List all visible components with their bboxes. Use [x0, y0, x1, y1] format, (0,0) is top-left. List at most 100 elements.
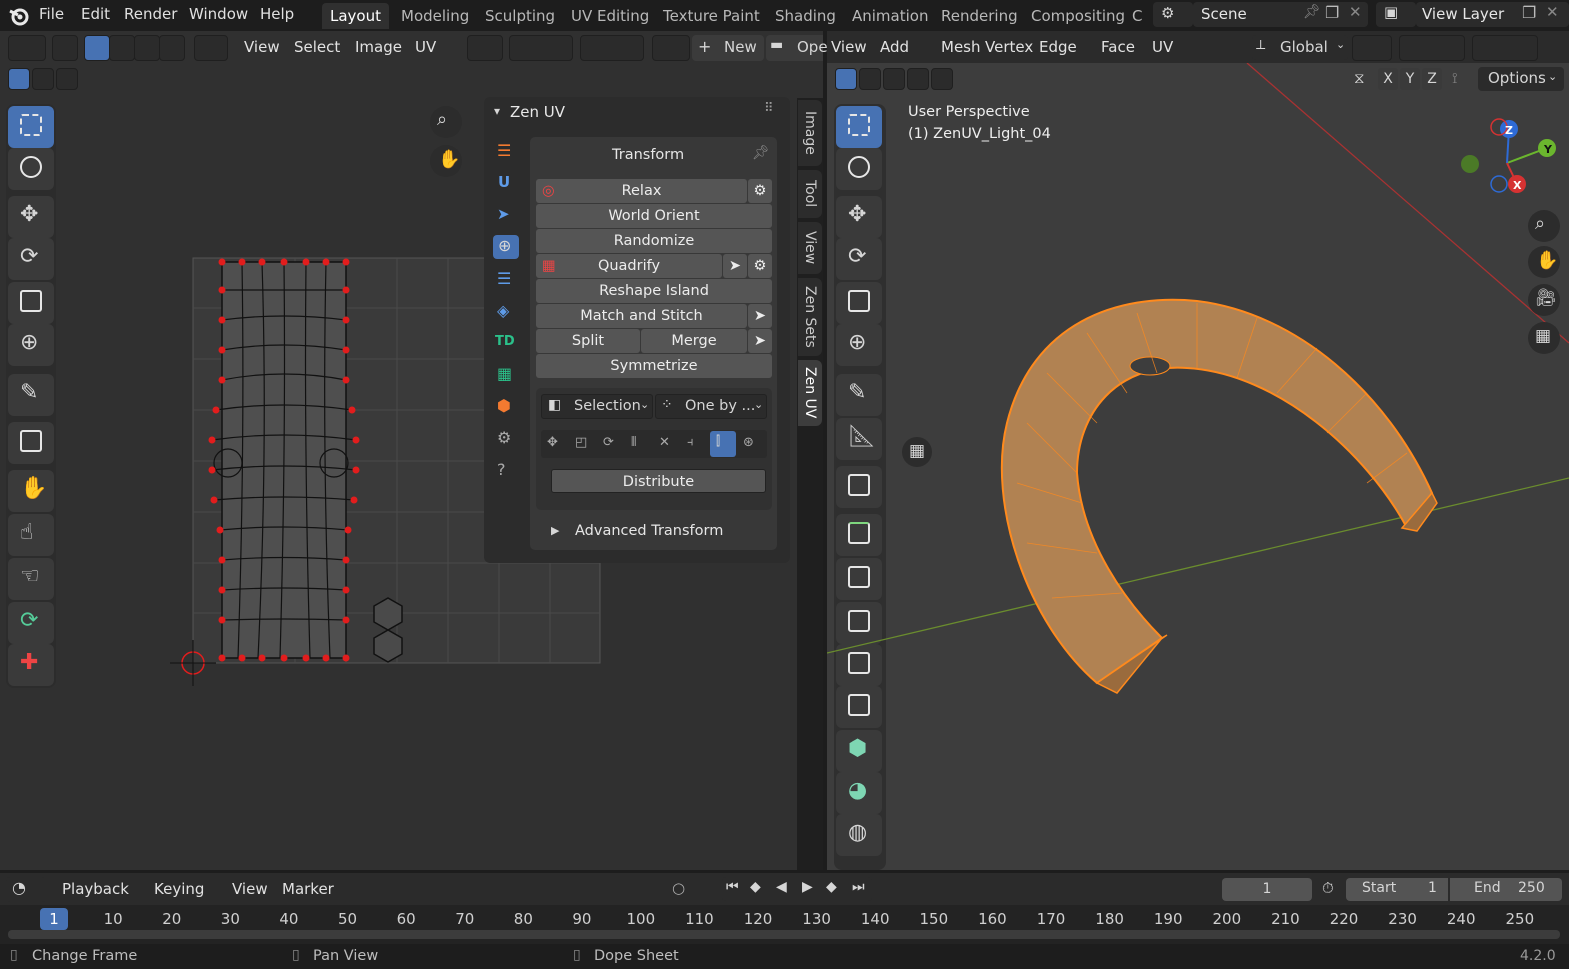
layers-icon[interactable]: ◈ [497, 301, 509, 320]
play-reverse-icon[interactable]: ◀ [776, 879, 787, 895]
quadrify-select-button[interactable]: ➤ [723, 254, 747, 278]
tool-zen-transform[interactable]: ⟳ [8, 602, 54, 644]
tool-zen-gizmo[interactable]: ✚ [8, 644, 54, 686]
copy-scene-icon[interactable]: ❐ [1325, 3, 1339, 22]
drag-handle-icon[interactable]: ⠿ [764, 101, 774, 116]
tool-pinch[interactable]: ☜ [8, 558, 54, 600]
mode-fit-icon[interactable]: ✕ [659, 435, 670, 450]
quadrify-settings-button[interactable]: ⚙ [748, 254, 772, 278]
package-icon[interactable]: ⬢ [497, 396, 511, 415]
tool-cursor[interactable] [8, 148, 54, 190]
vp-zoom-icon[interactable]: ⌕ [1528, 210, 1560, 242]
tab-sculpting[interactable]: Sculpting [477, 3, 563, 29]
distribute-button[interactable]: Distribute [551, 469, 766, 493]
vp-menu-select[interactable]: Add [880, 35, 909, 59]
auto-key-icon[interactable]: ○ [672, 879, 685, 897]
mode-align-icon[interactable]: ⫞ [687, 435, 694, 450]
merge-select-button[interactable]: ➤ [748, 329, 772, 353]
menu-window[interactable]: Window [189, 5, 248, 23]
help-icon[interactable]: ? [497, 460, 506, 479]
vertex-select-icon[interactable] [84, 35, 110, 61]
tab-zen-sets[interactable]: Zen Sets [798, 278, 822, 356]
transform-tab-icon[interactable]: ⊕ [493, 235, 519, 259]
vp-menu-add[interactable]: Mesh [941, 35, 981, 59]
sync-selection-icon[interactable] [52, 35, 78, 61]
menu-edit[interactable]: Edit [81, 5, 110, 23]
proportional-edit-icon[interactable] [580, 35, 644, 61]
vp-menu-edge[interactable]: Face [1101, 35, 1135, 59]
ortho-toggle-icon[interactable]: ▦ [1528, 322, 1560, 354]
view-layer-field[interactable]: View Layer ❐ ✕ [1416, 2, 1569, 27]
list-icon[interactable]: ☰ [497, 141, 511, 160]
match-select-button[interactable]: ➤ [748, 304, 772, 328]
prev-keyframe-icon[interactable]: ◆ [750, 879, 761, 895]
selection-dropdown[interactable]: ◧ Selection ⌄ [541, 394, 653, 419]
tab-uv-editing[interactable]: UV Editing [563, 3, 657, 29]
editor-type-timeline[interactable]: ◔ [6, 877, 46, 902]
menu-help[interactable]: Help [260, 5, 294, 23]
menu-render[interactable]: Render [124, 5, 177, 23]
pin-icon[interactable]: 📌︎ [752, 145, 770, 161]
tab-rendering[interactable]: Rendering [933, 3, 1026, 29]
menu-playback[interactable]: Playback [62, 877, 129, 901]
mode-rotate-icon[interactable]: ⟳ [603, 435, 614, 450]
tool-grab[interactable]: ✋ [8, 470, 54, 512]
relax-settings-button[interactable]: ⚙ [748, 179, 772, 203]
tab-image[interactable]: Image [798, 100, 822, 166]
end-frame-field[interactable]: End 250 [1450, 878, 1562, 901]
texel-density-icon[interactable]: TD [495, 334, 515, 349]
pin-icon[interactable]: 📌︎ [1303, 4, 1321, 20]
settings-gear-icon[interactable]: ⚙ [497, 428, 511, 447]
advanced-transform-toggle[interactable]: Advanced Transform [575, 523, 723, 539]
mode-flip-icon[interactable]: ⫴ [631, 435, 636, 450]
sticky-select-icon[interactable] [194, 35, 228, 61]
uv-zoom-icon[interactable]: ⌕ [430, 106, 462, 138]
uv-menu-select[interactable]: Select [294, 35, 340, 59]
new-image-button[interactable]: + New [692, 35, 764, 61]
tab-view[interactable]: View [798, 222, 822, 274]
stack-icon[interactable]: ☰ [497, 269, 511, 288]
copy-layer-icon[interactable]: ❐ [1522, 3, 1536, 22]
navigation-gizmo[interactable]: Y Z X [1461, 118, 1556, 193]
tool-transform[interactable]: ⊕ [8, 324, 54, 366]
tool-select-box[interactable] [8, 106, 54, 148]
select-subtract-icon[interactable] [56, 68, 78, 90]
vp-pan-icon[interactable]: ✋ [1528, 246, 1560, 278]
expand-icon[interactable]: ▶ [551, 524, 559, 537]
current-frame-field[interactable]: 1 [1222, 878, 1312, 901]
menu-keying[interactable]: Keying [154, 877, 204, 901]
jump-start-icon[interactable]: ⏮ [726, 879, 739, 895]
mode-distribute-icon[interactable]: ⫿ [710, 431, 736, 457]
uv-menu-uv[interactable]: UV [415, 35, 436, 59]
tool-move[interactable]: ✥ [8, 196, 54, 238]
vp-menu-vertex[interactable]: Edge [1039, 35, 1077, 59]
tool-rip[interactable] [8, 422, 54, 464]
jump-end-icon[interactable]: ⏭ [852, 879, 865, 895]
select-new-icon[interactable] [8, 68, 30, 90]
uv-menu-image[interactable]: Image [355, 35, 402, 59]
tab-more[interactable]: C [1128, 3, 1146, 29]
timeline-scrollbar[interactable] [8, 930, 1560, 939]
close-icon[interactable]: ✕ [1349, 3, 1362, 21]
match-stitch-button[interactable]: Match and Stitch [536, 304, 747, 328]
orientation-dropdown[interactable]: ⟂ Global ⌄ [1252, 35, 1348, 60]
merge-button[interactable]: Merge [641, 329, 747, 353]
one-by-dropdown[interactable]: ⁘ One by ... ⌄ [655, 394, 767, 419]
face-select-icon[interactable] [134, 35, 160, 61]
scene-selector[interactable]: ⚙ [1153, 2, 1193, 27]
vp-menu-view[interactable]: View [831, 35, 867, 59]
tab-shading[interactable]: Shading [767, 3, 844, 29]
tool-relax[interactable]: ☝ [8, 514, 54, 556]
uv-pan-icon[interactable]: ✋ [430, 145, 462, 177]
scene-field[interactable]: Scene 📌︎ ❐ ✕ [1193, 2, 1368, 27]
edge-select-icon[interactable] [109, 35, 135, 61]
checker-icon[interactable]: ▦ [497, 364, 512, 383]
tab-layout[interactable]: Layout [322, 3, 389, 29]
symmetrize-button[interactable]: Symmetrize [536, 354, 772, 378]
tool-scale[interactable] [8, 282, 54, 324]
uv-menu-view[interactable]: View [244, 35, 280, 59]
select-extend-icon[interactable] [32, 68, 54, 90]
select-icon[interactable]: ➤ [497, 205, 510, 223]
start-frame-field[interactable]: Start 1 [1346, 878, 1448, 901]
tab-tool[interactable]: Tool [798, 170, 822, 218]
